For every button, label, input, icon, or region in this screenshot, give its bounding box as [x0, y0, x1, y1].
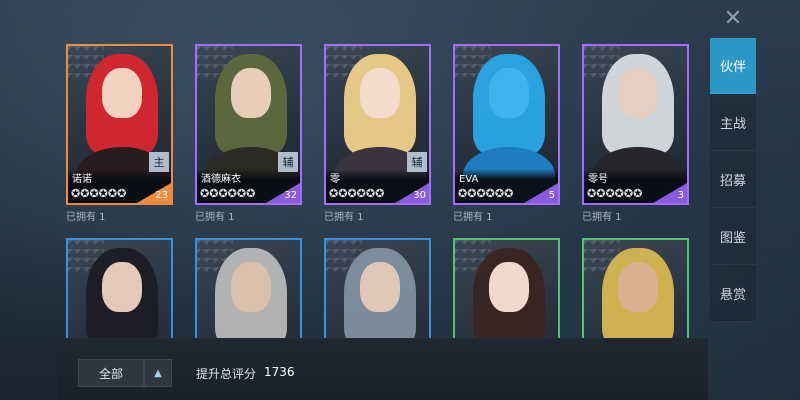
card-frame: 零 ✪✪✪✪✪✪ 30 辅 — [324, 44, 431, 205]
star-icon: ✪ — [209, 187, 218, 200]
menu-item-2[interactable]: 招募 — [710, 151, 756, 208]
level-number: 3 — [677, 190, 684, 201]
partner-card[interactable]: 酒德麻衣 ✪✪✪✪✪✪ 32 辅已拥有 1 — [187, 38, 303, 223]
character-name: 诺诺 — [72, 174, 92, 185]
star-icon: ✪ — [98, 187, 108, 200]
character-face — [231, 68, 271, 118]
star-icon: ✪ — [338, 187, 347, 200]
star-icon: ✪ — [80, 187, 89, 200]
menu-item-1[interactable]: 主战 — [710, 94, 756, 151]
filter-dropdown[interactable]: 全部 — [78, 359, 144, 387]
owned-count: 已拥有 1 — [453, 212, 493, 223]
character-face — [489, 262, 529, 312]
card-info-strip: 诺诺 ✪✪✪✪✪✪ 23 — [68, 169, 171, 203]
star-icon: ✪ — [236, 187, 246, 200]
card-frame: 酒德麻衣 ✪✪✪✪✪✪ 32 辅 — [195, 44, 302, 205]
character-face — [618, 262, 658, 312]
partner-card[interactable]: EVA ✪✪✪✪✪✪ 5 已拥有 1 — [445, 38, 561, 223]
partner-card[interactable]: 零 ✪✪✪✪✪✪ 30 辅已拥有 1 — [316, 38, 432, 223]
partner-card[interactable]: 零号 ✪✪✪✪✪✪ 3 已拥有 1 — [574, 38, 690, 223]
star-icon: ✪ — [494, 187, 504, 200]
star-rating: ✪✪✪✪✪✪ — [71, 187, 126, 200]
character-face — [618, 68, 658, 118]
filter-toggle-icon[interactable]: ▲ — [144, 359, 172, 387]
character-name: 酒德麻衣 — [201, 174, 241, 185]
card-info-strip: 零 ✪✪✪✪✪✪ 30 — [326, 169, 429, 203]
star-icon: ✪ — [476, 187, 485, 200]
level-number: 30 — [413, 190, 426, 201]
partner-grid: 诺诺 ✪✪✪✪✪✪ 23 主已拥有 1 酒德麻衣 ✪✪✪✪✪✪ 32 辅已拥有 1 零 ✪✪✪✪✪… — [58, 38, 708, 399]
star-icon: ✪ — [458, 187, 467, 200]
card-info-strip: EVA ✪✪✪✪✪✪ 5 — [455, 169, 558, 203]
star-icon: ✪ — [200, 187, 209, 200]
character-face — [102, 262, 142, 312]
card-frame: EVA ✪✪✪✪✪✪ 5 — [453, 44, 560, 205]
score-value: 1736 — [264, 365, 295, 379]
bottom-bar: 全部 ▲ 提升总评分 1736 — [58, 338, 708, 400]
star-icon: ✪ — [356, 187, 366, 200]
character-name: 零号 — [588, 174, 608, 185]
star-icon: ✪ — [227, 187, 237, 200]
star-icon: ✪ — [587, 187, 596, 200]
menu-item-3[interactable]: 图鉴 — [710, 208, 756, 265]
partner-card[interactable]: 诺诺 ✪✪✪✪✪✪ 23 主已拥有 1 — [58, 38, 174, 223]
role-badge: 辅 — [278, 152, 298, 172]
card-info-strip: 酒德麻衣 ✪✪✪✪✪✪ 32 — [197, 169, 300, 203]
star-icon: ✪ — [504, 187, 513, 200]
star-icon: ✪ — [71, 187, 80, 200]
star-icon: ✪ — [365, 187, 375, 200]
card-info-strip: 零号 ✪✪✪✪✪✪ 3 — [584, 169, 687, 203]
role-badge: 主 — [149, 152, 169, 172]
star-icon: ✪ — [246, 187, 255, 200]
owned-count: 已拥有 1 — [66, 212, 106, 223]
star-icon: ✪ — [623, 187, 633, 200]
card-frame: 零号 ✪✪✪✪✪✪ 3 — [582, 44, 689, 205]
close-icon[interactable]: ✕ — [713, 6, 753, 32]
character-face — [360, 68, 400, 118]
star-rating: ✪✪✪✪✪✪ — [458, 187, 513, 200]
star-icon: ✪ — [107, 187, 117, 200]
star-icon: ✪ — [218, 187, 227, 200]
score-label: 提升总评分 — [196, 367, 257, 381]
card-frame: 诺诺 ✪✪✪✪✪✪ 23 主 — [66, 44, 173, 205]
menu-item-4[interactable]: 悬赏 — [710, 265, 756, 322]
owned-count: 已拥有 1 — [324, 212, 364, 223]
star-icon: ✪ — [347, 187, 356, 200]
star-icon: ✪ — [596, 187, 605, 200]
star-icon: ✪ — [467, 187, 476, 200]
level-number: 23 — [155, 190, 168, 201]
side-menu: 伙伴 主战 招募 图鉴 悬赏 — [710, 38, 756, 322]
owned-count: 已拥有 1 — [582, 212, 622, 223]
character-face — [360, 262, 400, 312]
level-number: 5 — [548, 190, 555, 201]
level-number: 32 — [284, 190, 297, 201]
star-rating: ✪✪✪✪✪✪ — [200, 187, 255, 200]
character-face — [231, 262, 271, 312]
star-icon: ✪ — [375, 187, 384, 200]
owned-count: 已拥有 1 — [195, 212, 235, 223]
star-icon: ✪ — [633, 187, 642, 200]
star-icon: ✪ — [614, 187, 624, 200]
star-icon: ✪ — [329, 187, 338, 200]
star-rating: ✪✪✪✪✪✪ — [329, 187, 384, 200]
menu-item-0[interactable]: 伙伴 — [710, 38, 756, 94]
star-icon: ✪ — [89, 187, 98, 200]
character-name: EVA — [459, 174, 479, 185]
character-face — [102, 68, 142, 118]
character-name: 零 — [330, 174, 340, 185]
star-icon: ✪ — [605, 187, 614, 200]
star-icon: ✪ — [485, 187, 495, 200]
star-rating: ✪✪✪✪✪✪ — [587, 187, 642, 200]
character-face — [489, 68, 529, 118]
star-icon: ✪ — [117, 187, 126, 200]
role-badge: 辅 — [407, 152, 427, 172]
